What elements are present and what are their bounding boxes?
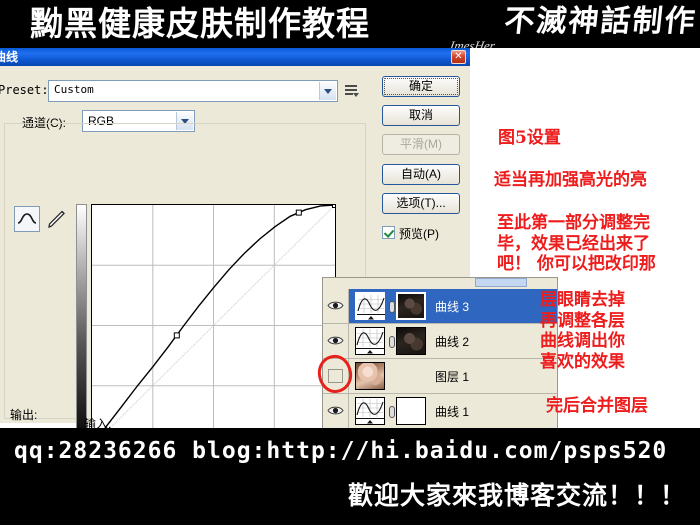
- preview-label: 预览(P): [399, 227, 439, 241]
- annotation-note-5: 完后合并图层: [546, 396, 648, 416]
- ok-button[interactable]: 确定: [382, 76, 460, 97]
- layer-row[interactable]: 曲线 1: [323, 394, 557, 429]
- layer-name: 图层 1: [435, 370, 470, 384]
- curve-plot-svg: [89, 202, 338, 449]
- cancel-button[interactable]: 取消: [382, 105, 460, 126]
- layer-visibility-toggle[interactable]: [323, 289, 349, 323]
- preset-menu-icon[interactable]: [345, 84, 359, 97]
- layer-name: 曲线 1: [435, 405, 470, 419]
- dialog-title-bar[interactable]: 曲线 ✕: [0, 48, 470, 66]
- layer-name: 曲线 3: [435, 300, 470, 314]
- layer-row[interactable]: 图层 1: [323, 359, 557, 394]
- annotation-note-3: 至此第一部分调整完 毕，效果已经出来了 吧！ 你可以把改印那: [497, 213, 656, 275]
- curve-tool-icon[interactable]: [14, 206, 40, 232]
- options-button[interactable]: 选项(T)...: [382, 193, 460, 214]
- layer-row[interactable]: 曲线 2: [323, 324, 557, 359]
- footer-contact: qq:28236266 blog:http://hi.baidu.com/psp…: [14, 438, 668, 464]
- layer-thumbnail[interactable]: [355, 327, 385, 355]
- layers-panel-header: [323, 278, 557, 289]
- layer-thumbnail[interactable]: [355, 292, 385, 320]
- layer-thumbnail[interactable]: [355, 362, 385, 390]
- layers-tab[interactable]: [475, 278, 527, 287]
- annotation-note-2: 适当再加强高光的亮: [494, 170, 647, 190]
- layer-thumbnail[interactable]: [355, 397, 385, 425]
- footer-banner: qq:28236266 blog:http://hi.baidu.com/psp…: [0, 428, 700, 525]
- link-icon[interactable]: [389, 336, 395, 348]
- link-icon[interactable]: [389, 301, 395, 313]
- dialog-title-text: 曲线: [0, 50, 19, 64]
- screenshot-root: 黝黑健康皮肤制作教程 不滅神話制作 ImesHer 曲线 ✕ Preset: C…: [0, 0, 700, 525]
- auto-button[interactable]: 自动(A): [382, 164, 460, 185]
- eye-icon[interactable]: [327, 335, 344, 346]
- output-gradient-bar: [76, 204, 87, 447]
- output-label: 输出:: [10, 408, 38, 422]
- layer-row[interactable]: 曲线 3: [323, 289, 557, 324]
- pencil-tool-icon[interactable]: [44, 206, 70, 232]
- close-icon[interactable]: ✕: [451, 50, 466, 64]
- annotation-note-1: 图5设置: [498, 128, 561, 148]
- preset-value: Custom: [54, 83, 94, 96]
- checkbox-icon[interactable]: [382, 226, 395, 239]
- curve-plot-area[interactable]: [89, 202, 338, 449]
- link-icon[interactable]: [389, 406, 395, 418]
- layers-panel: 曲线 3 曲线 2 图层 1 曲线 1: [322, 277, 558, 429]
- layer-mask-thumbnail[interactable]: [396, 397, 426, 425]
- layer-visibility-toggle[interactable]: [323, 394, 349, 428]
- layer-mask-thumbnail[interactable]: [396, 292, 426, 320]
- eye-icon[interactable]: [327, 405, 344, 416]
- preset-label: Preset:: [0, 83, 49, 97]
- layer-name: 曲线 2: [435, 335, 470, 349]
- annotation-note-4: 层眼睛去掉 再调整各层 曲线调出你 喜欢的效果: [540, 290, 625, 373]
- preset-select[interactable]: Custom: [48, 80, 338, 102]
- smooth-button: 平滑(M): [382, 134, 460, 155]
- tutorial-title: 黝黑健康皮肤制作教程: [30, 4, 370, 43]
- eye-icon[interactable]: [327, 300, 344, 311]
- chevron-down-icon[interactable]: [319, 82, 336, 100]
- footer-welcome: 歡迎大家來我博客交流！！！: [347, 481, 686, 510]
- preset-row: Preset: Custom: [0, 80, 370, 102]
- layer-visibility-toggle[interactable]: [323, 324, 349, 358]
- layer-mask-thumbnail[interactable]: [396, 327, 426, 355]
- top-banner: 黝黑健康皮肤制作教程 不滅神話制作 ImesHer: [0, 0, 700, 53]
